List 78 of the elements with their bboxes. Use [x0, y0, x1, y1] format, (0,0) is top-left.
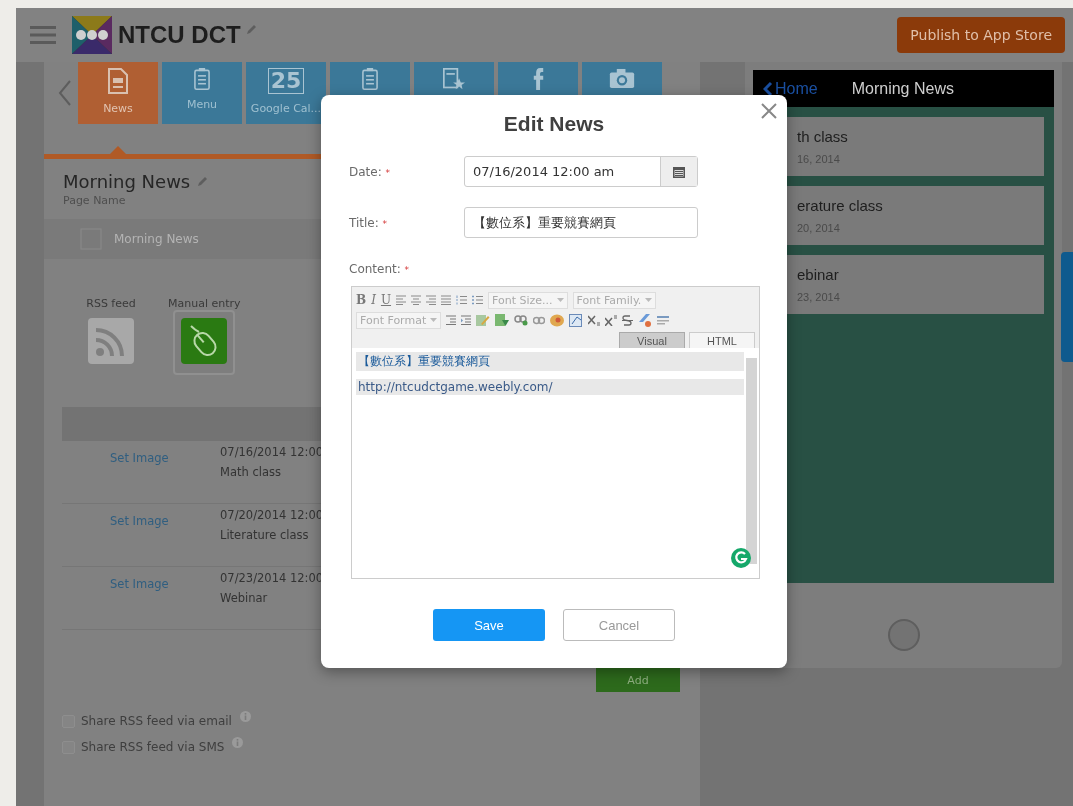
source-option[interactable] — [173, 310, 236, 375]
source-label: RSS feed — [86, 297, 136, 310]
feature-tile[interactable]: 25 Google Cal... — [246, 62, 326, 124]
checkbox-label: Share RSS feed via email — [81, 714, 232, 728]
dropdown[interactable]: Font Family. — [572, 291, 657, 309]
info-icon[interactable] — [239, 711, 251, 722]
numbered-list-icon[interactable] — [456, 295, 468, 305]
checkbox-label: Share RSS feed via SMS — [81, 740, 225, 754]
info-icon[interactable] — [232, 737, 244, 748]
align-center-icon[interactable] — [411, 295, 422, 305]
align-right-icon[interactable] — [426, 295, 437, 305]
close-icon[interactable] — [761, 103, 777, 119]
clipboard-list-icon — [194, 68, 210, 90]
caret-icon — [645, 298, 653, 302]
news-title: Literature class — [220, 528, 310, 542]
eraser-icon[interactable] — [638, 313, 653, 327]
publish-button[interactable]: Publish to App Store — [897, 17, 1065, 53]
dropdown[interactable]: Font Format — [356, 311, 442, 329]
indent-icon[interactable] — [461, 315, 472, 325]
calendar-icon: 25 — [267, 68, 305, 94]
rss-icon — [88, 318, 134, 364]
app-title: NTCU DCT — [118, 21, 241, 49]
field-label: Content: * — [349, 262, 411, 276]
document-arrow-icon[interactable] — [495, 313, 510, 327]
scrollbar[interactable] — [746, 358, 757, 564]
facebook-icon — [532, 68, 544, 90]
feature-tile[interactable]: News — [78, 62, 158, 124]
editor-tab[interactable]: Visual — [619, 332, 685, 348]
calendar-icon[interactable] — [673, 165, 685, 178]
superscript-icon[interactable] — [605, 314, 618, 326]
horizontal-rule-icon[interactable] — [657, 315, 670, 325]
title-field[interactable]: 【數位系】重要競賽網頁 — [464, 207, 698, 238]
outdent-icon[interactable] — [446, 315, 457, 325]
subscript-icon[interactable] — [588, 314, 601, 326]
news-title: Webinar — [220, 591, 269, 605]
format-button[interactable]: I — [371, 293, 376, 307]
camera-icon — [609, 68, 635, 89]
palette-icon[interactable] — [550, 313, 565, 327]
dropdown[interactable]: Font Size... — [488, 291, 568, 309]
strikethrough-icon[interactable] — [622, 314, 634, 326]
caret-icon — [430, 318, 438, 322]
add-button[interactable]: Add — [596, 668, 680, 692]
back-link[interactable]: Home — [763, 79, 818, 98]
format-button[interactable]: U — [380, 293, 392, 307]
chevron-left-icon[interactable] — [58, 79, 72, 107]
grammar-check-icon[interactable] — [731, 548, 751, 568]
menu-icon[interactable] — [30, 26, 56, 44]
edit-pencil-icon[interactable] — [476, 313, 491, 327]
date-field[interactable]: 07/16/2014 12:00 am — [464, 156, 698, 187]
caret-icon — [556, 298, 564, 302]
image-icon[interactable] — [569, 313, 584, 327]
logo-icon — [72, 16, 112, 54]
source-label: Manual entry — [168, 297, 241, 310]
justify-icon[interactable] — [441, 295, 452, 305]
star-list-icon — [443, 68, 465, 90]
align-left-icon[interactable] — [396, 295, 407, 305]
field-label: Date: * — [349, 164, 392, 179]
news-title: Math class — [220, 465, 282, 479]
pencil-icon[interactable] — [196, 175, 209, 188]
bullet-list-icon[interactable] — [472, 295, 484, 305]
editor-tab[interactable]: HTML — [689, 332, 755, 348]
pencil-icon[interactable] — [244, 24, 257, 36]
page-name: Morning News — [63, 171, 191, 192]
set-image-link[interactable]: Set Image — [62, 441, 220, 465]
link-icon[interactable] — [514, 314, 529, 326]
unlink-icon[interactable] — [533, 314, 546, 326]
set-image-link[interactable]: Set Image — [62, 567, 220, 591]
set-image-link[interactable]: Set Image — [62, 504, 220, 528]
feature-tile[interactable]: Menu — [162, 62, 242, 124]
chevron-left-icon — [763, 80, 773, 97]
save-button[interactable]: Save — [433, 609, 545, 641]
dialog-title: Edit News — [502, 111, 606, 136]
mouse-icon — [181, 318, 228, 364]
document-icon — [108, 68, 128, 94]
clipboard-list-icon — [362, 68, 378, 90]
cancel-button[interactable]: Cancel — [563, 609, 675, 641]
format-button[interactable]: B — [356, 293, 367, 307]
preview-title: Morning News — [851, 79, 954, 98]
